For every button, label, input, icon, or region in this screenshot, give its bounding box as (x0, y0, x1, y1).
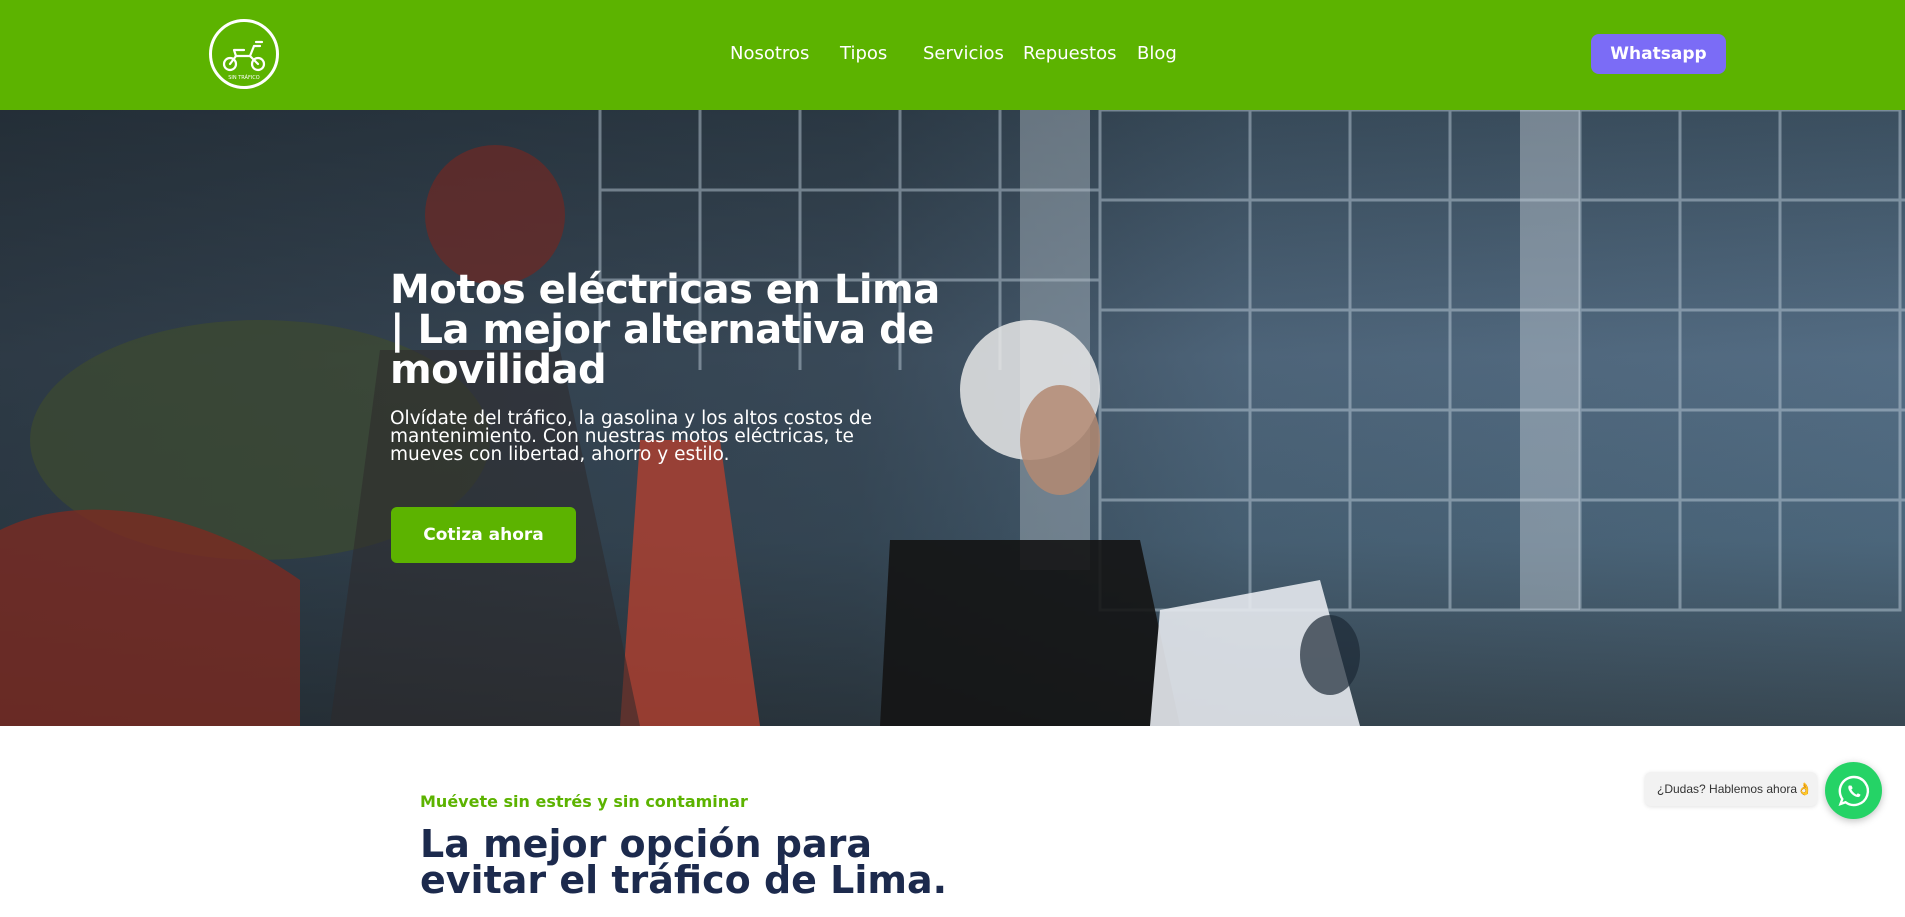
svg-text:SIN TRÁFICO: SIN TRÁFICO (228, 74, 260, 81)
section-title: La mejor opción para evitar el tráfico d… (420, 822, 948, 902)
hero-title: Motos eléctricas en Lima | La mejor alte… (390, 267, 940, 393)
hero-background-image (0, 110, 1905, 726)
site-header: SIN TRÁFICO Nosotros Tipos Servicios Rep… (0, 0, 1905, 110)
cotiza-button[interactable]: Cotiza ahora (391, 507, 576, 563)
hero-content: Motos eléctricas en Lima | La mejor alte… (390, 270, 950, 464)
nav-item-repuestos[interactable]: Repuestos (1023, 40, 1117, 68)
whatsapp-button[interactable]: Whatsapp (1591, 34, 1726, 74)
nav-item-servicios[interactable]: Servicios (923, 40, 1004, 68)
nav-item-nosotros[interactable]: Nosotros (730, 40, 809, 68)
whatsapp-float-button[interactable] (1825, 762, 1882, 819)
chat-bubble[interactable]: ¿Dudas? Hablemos ahora👌 (1645, 772, 1817, 806)
hero-section: Motos eléctricas en Lima | La mejor alte… (0, 110, 1905, 726)
section-eyebrow: Muévete sin estrés y sin contaminar (420, 792, 748, 811)
nav-item-tipos[interactable]: Tipos (840, 40, 887, 68)
nav-item-blog[interactable]: Blog (1137, 40, 1177, 68)
whatsapp-icon (1838, 775, 1869, 806)
hero-subtitle: Olvídate del tráfico, la gasolina y los … (390, 408, 872, 465)
